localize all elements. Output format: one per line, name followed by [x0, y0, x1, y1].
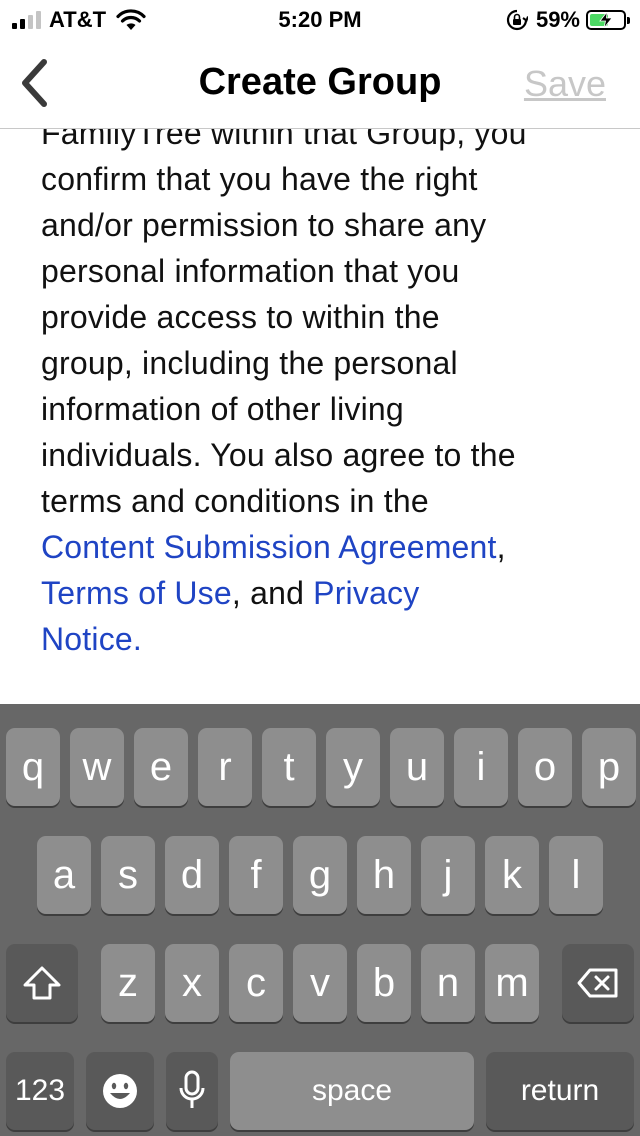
terms-line: and/or permission to share any	[41, 207, 487, 243]
key-u[interactable]: u	[390, 728, 444, 806]
backspace-icon	[577, 968, 618, 998]
and-text: , and	[231, 575, 314, 611]
key-b[interactable]: b	[357, 944, 411, 1022]
terms-of-use-link[interactable]: Terms of Use	[41, 575, 232, 611]
privacy-notice-link[interactable]: Notice.	[41, 621, 142, 657]
key-h[interactable]: h	[357, 836, 411, 914]
key-p[interactable]: p	[582, 728, 636, 806]
key-a[interactable]: a	[37, 836, 91, 914]
status-right: 59%	[506, 6, 630, 34]
numbers-key[interactable]: 123	[6, 1052, 74, 1130]
terms-line: Notice.	[41, 616, 621, 662]
key-t[interactable]: t	[262, 728, 316, 806]
terms-line: confirm that you have the right	[41, 161, 478, 197]
terms-content[interactable]: FamilyTree within that Group, you confir…	[0, 129, 640, 704]
key-y[interactable]: y	[326, 728, 380, 806]
terms-line: personal information that you	[41, 253, 460, 289]
space-key[interactable]: space	[230, 1052, 474, 1130]
terms-line: Terms of Use, and Privacy	[41, 570, 621, 616]
key-e[interactable]: e	[134, 728, 188, 806]
save-button[interactable]: Save	[524, 62, 606, 106]
key-x[interactable]: x	[165, 944, 219, 1022]
orientation-lock-icon	[506, 9, 528, 31]
key-f[interactable]: f	[229, 836, 283, 914]
key-v[interactable]: v	[293, 944, 347, 1022]
key-r[interactable]: r	[198, 728, 252, 806]
navigation-bar: Create Group Save	[0, 40, 640, 129]
terms-line: provide access to within the	[41, 299, 440, 335]
key-c[interactable]: c	[229, 944, 283, 1022]
emoji-key[interactable]	[86, 1052, 154, 1130]
terms-line: group, including the personal	[41, 345, 458, 381]
key-d[interactable]: d	[165, 836, 219, 914]
terms-text: FamilyTree within that Group, you confir…	[41, 129, 621, 662]
key-l[interactable]: l	[549, 836, 603, 914]
shift-key[interactable]	[6, 944, 78, 1022]
terms-line: FamilyTree within that Group, you	[41, 129, 527, 151]
key-n[interactable]: n	[421, 944, 475, 1022]
key-j[interactable]: j	[421, 836, 475, 914]
microphone-icon	[179, 1070, 205, 1108]
content-submission-agreement-link[interactable]: Content Submission Agreement	[41, 529, 497, 565]
key-o[interactable]: o	[518, 728, 572, 806]
terms-line: Content Submission Agreement,	[41, 524, 621, 570]
shift-icon	[23, 966, 61, 1000]
key-g[interactable]: g	[293, 836, 347, 914]
key-w[interactable]: w	[70, 728, 124, 806]
key-i[interactable]: i	[454, 728, 508, 806]
terms-line: individuals. You also agree to the	[41, 437, 516, 473]
keyboard: q w e r t y u i o p a s d f g h j k l z …	[0, 704, 640, 1136]
dictation-key[interactable]	[166, 1052, 218, 1130]
terms-line: information of other living	[41, 391, 404, 427]
key-z[interactable]: z	[101, 944, 155, 1022]
key-m[interactable]: m	[485, 944, 539, 1022]
status-bar: AT&T 5:20 PM 59%	[0, 0, 640, 40]
emoji-icon	[103, 1074, 137, 1108]
privacy-notice-link[interactable]: Privacy	[313, 575, 419, 611]
delete-key[interactable]	[562, 944, 634, 1022]
comma-text: ,	[496, 529, 506, 565]
battery-percent: 59%	[535, 7, 580, 32]
key-k[interactable]: k	[485, 836, 539, 914]
battery-charging-icon	[586, 10, 630, 30]
key-q[interactable]: q	[6, 728, 60, 806]
key-s[interactable]: s	[101, 836, 155, 914]
return-key[interactable]: return	[486, 1052, 634, 1130]
terms-line: terms and conditions in the	[41, 483, 429, 519]
